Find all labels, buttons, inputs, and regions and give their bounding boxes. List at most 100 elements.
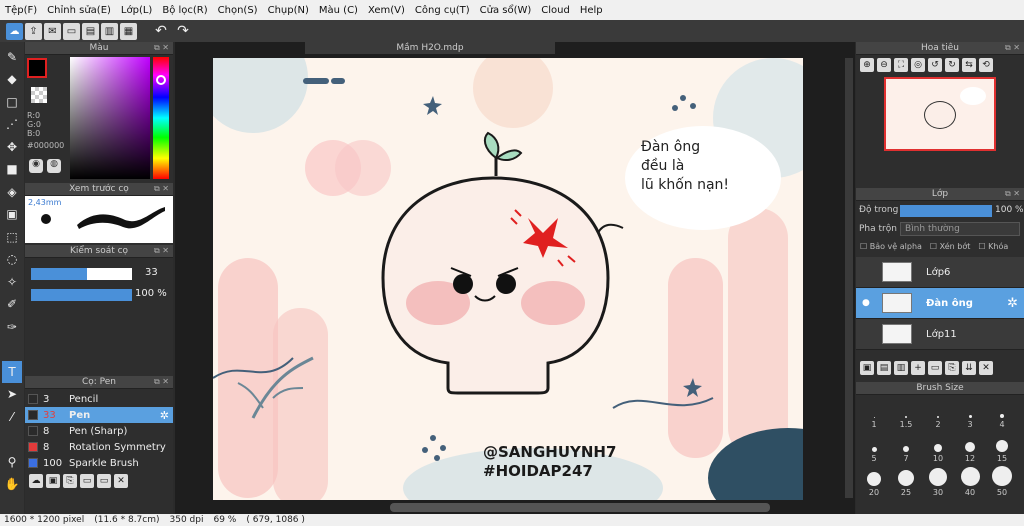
visibility-icon[interactable]: ● <box>862 298 870 308</box>
panels-icon[interactable]: ▦ <box>120 22 137 40</box>
zoom-out-icon[interactable]: ⊖ <box>877 58 891 72</box>
redo-icon[interactable]: ↷ <box>173 23 193 40</box>
eraser-tool-icon[interactable]: ◆ <box>2 69 22 91</box>
move-tool-icon[interactable]: ✥ <box>2 136 22 158</box>
gear-icon[interactable]: ✲ <box>1007 296 1018 311</box>
layer-folder-icon[interactable]: ▭ <box>928 361 942 375</box>
flip-icon[interactable]: ⇆ <box>962 58 976 72</box>
opacity-slider[interactable] <box>31 289 132 301</box>
layer-opacity-slider[interactable] <box>900 205 992 217</box>
brush-size-cell[interactable]: 20 <box>858 463 890 497</box>
bucket-tool-icon[interactable]: ◈ <box>2 181 22 203</box>
layer-item-lop11[interactable]: Lớp11 <box>856 319 1024 350</box>
select-rect-tool-icon[interactable]: ⬚ <box>2 226 22 248</box>
protect-alpha-checkbox[interactable]: ☐ Bảo vệ alpha <box>860 242 922 254</box>
panel-controls-icon-3[interactable]: ⧉ ✕ <box>154 245 169 257</box>
panel-controls-icon-5[interactable]: ⧉ ✕ <box>1005 42 1020 54</box>
panel-controls-icon-2[interactable]: ⧉ ✕ <box>154 183 169 195</box>
menu-edit[interactable]: Chỉnh sửa(E) <box>42 5 116 16</box>
reset-icon[interactable]: ⟲ <box>979 58 993 72</box>
menu-file[interactable]: Tệp(F) <box>0 5 42 16</box>
horizontal-scrollbar[interactable] <box>390 503 770 512</box>
brush-size-cell[interactable]: 12 <box>954 429 986 463</box>
menu-color[interactable]: Màu (C) <box>314 5 363 16</box>
menu-help[interactable]: Help <box>575 5 608 16</box>
palette-icon[interactable]: ◉ <box>29 159 43 173</box>
hue-handle[interactable] <box>156 75 166 85</box>
navigator-preview[interactable] <box>884 77 996 151</box>
eyedropper-tool-icon[interactable]: ⚲ <box>2 451 22 473</box>
copy-brush-icon[interactable]: ⎘ <box>63 474 77 488</box>
delete-layer-icon[interactable]: ✕ <box>979 361 993 375</box>
operation-tool-icon[interactable]: ➤ <box>2 384 22 406</box>
share-icon[interactable]: ⇪ <box>25 22 42 40</box>
brush-size-cell[interactable]: 50 <box>986 463 1018 497</box>
folder2-icon[interactable]: ▭ <box>97 474 111 488</box>
fit-icon[interactable]: ⛶ <box>894 58 908 72</box>
rotate-left-icon[interactable]: ↺ <box>928 58 942 72</box>
dot-tool-icon[interactable]: ⋰ <box>2 114 22 136</box>
menu-tools[interactable]: Công cụ(T) <box>410 5 475 16</box>
main-color-swatch[interactable] <box>27 58 47 78</box>
rotate-right-icon[interactable]: ↻ <box>945 58 959 72</box>
fill-rect-tool-icon[interactable]: ■ <box>2 159 22 181</box>
brush-size-cell[interactable]: 10 <box>922 429 954 463</box>
lasso-tool-icon[interactable]: ◌ <box>2 249 22 271</box>
saturation-value-field[interactable] <box>70 57 150 179</box>
gear-icon[interactable]: ✲ <box>160 409 169 422</box>
brush-size-cell[interactable]: 3 <box>954 395 986 429</box>
new-1bit-layer-icon[interactable]: ▥ <box>894 361 908 375</box>
brush-tool-icon[interactable]: ✎ <box>2 46 22 68</box>
brush-item-pen-sharp[interactable]: 8 Pen (Sharp) <box>25 423 173 439</box>
folder-icon[interactable]: ▭ <box>80 474 94 488</box>
transparent-swatch[interactable] <box>31 87 47 103</box>
canvas-area[interactable]: Mầm H2O.mdp Đàn ông đều là lũ khốn nạn! … <box>175 42 855 514</box>
brush-size-cell[interactable]: 25 <box>890 463 922 497</box>
menu-filter[interactable]: Bộ lọc(R) <box>157 5 212 16</box>
duplicate-layer-icon[interactable]: ⎘ <box>945 361 959 375</box>
comment-icon[interactable]: ✉ <box>44 22 61 40</box>
menu-window[interactable]: Cửa sổ(W) <box>475 5 537 16</box>
menu-capture[interactable]: Chụp(N) <box>263 5 314 16</box>
text-tool-icon[interactable]: T <box>2 361 22 383</box>
brush-item-rotation[interactable]: 8 Rotation Symmetry <box>25 439 173 455</box>
add-layer-menu-icon[interactable]: + <box>911 361 925 375</box>
vertical-scrollbar[interactable] <box>845 58 853 498</box>
artwork-canvas[interactable]: Đàn ông đều là lũ khốn nạn! @SANGHUYNH7 … <box>213 58 803 500</box>
brush-cloud-icon[interactable]: ☁ <box>29 474 43 488</box>
hand-tool-icon[interactable]: ✋ <box>2 474 22 496</box>
zoom-in-icon[interactable]: ⊕ <box>860 58 874 72</box>
palette2-icon[interactable]: ◍ <box>47 159 61 173</box>
panel-controls-icon-4[interactable]: ⧉ ✕ <box>154 376 169 388</box>
select-pen-tool-icon[interactable]: ✐ <box>2 294 22 316</box>
menu-layer[interactable]: Lớp(L) <box>116 5 157 16</box>
brush-size-cell[interactable]: 1.5 <box>890 395 922 429</box>
menu-cloud[interactable]: Cloud <box>536 5 575 16</box>
brush-item-pen[interactable]: 33 Pen ✲ <box>25 407 173 423</box>
brush-size-cell[interactable]: 4 <box>986 395 1018 429</box>
brush-size-cell[interactable]: 7 <box>890 429 922 463</box>
menu-select[interactable]: Chọn(S) <box>213 5 263 16</box>
delete-brush-icon[interactable]: ✕ <box>114 474 128 488</box>
window-icon[interactable]: ▭ <box>63 22 80 40</box>
brush-size-cell[interactable]: 30 <box>922 463 954 497</box>
menu-view[interactable]: Xem(V) <box>363 5 410 16</box>
brush-item-sparkle[interactable]: 100 Sparkle Brush <box>25 455 173 471</box>
rect-tool-icon[interactable]: □ <box>2 91 22 113</box>
brush-size-cell[interactable]: 2 <box>922 395 954 429</box>
new-layer-icon[interactable]: ▣ <box>860 361 874 375</box>
brush-size-cell[interactable]: 5 <box>858 429 890 463</box>
document-icon[interactable]: ▤ <box>82 22 99 40</box>
select-eraser-tool-icon[interactable]: ✑ <box>2 316 22 338</box>
layer-item-lop6[interactable]: Lớp6 <box>856 257 1024 288</box>
undo-icon[interactable]: ↶ <box>151 23 171 40</box>
blend-select[interactable]: Bình thường <box>900 222 1020 236</box>
clipping-checkbox[interactable]: ☐ Xén bớt <box>930 242 970 254</box>
line-tool-icon[interactable]: ⁄ <box>2 406 22 428</box>
size-slider[interactable] <box>31 268 132 280</box>
brush-size-cell[interactable]: 40 <box>954 463 986 497</box>
gradient-tool-icon[interactable]: ▣ <box>2 204 22 226</box>
lock-checkbox[interactable]: ☐ Khóa <box>978 242 1008 254</box>
brush-item-pencil[interactable]: 3 Pencil <box>25 391 173 407</box>
actual-size-icon[interactable]: ◎ <box>911 58 925 72</box>
